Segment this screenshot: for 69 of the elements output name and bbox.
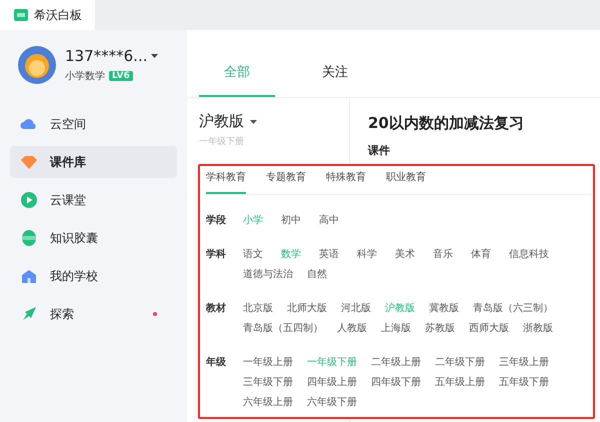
filter-tab[interactable]: 特殊教育 bbox=[326, 170, 366, 194]
filter-option[interactable]: 五年级下册 bbox=[499, 373, 549, 393]
edition-dropdown[interactable]: 沪教版 bbox=[199, 112, 257, 131]
filter-option[interactable]: 三年级下册 bbox=[243, 373, 293, 393]
school-icon bbox=[20, 267, 38, 285]
sidebar-item[interactable]: 云课堂 bbox=[10, 184, 177, 216]
filter-option[interactable]: 道德与法治 bbox=[243, 265, 293, 285]
sidebar-item-label: 我的学校 bbox=[50, 268, 98, 284]
filter-option[interactable]: 人教版 bbox=[337, 319, 367, 339]
filter-option[interactable]: 初中 bbox=[281, 211, 305, 231]
filter-option[interactable]: 体育 bbox=[471, 245, 495, 265]
sidebar-item[interactable]: 云空间 bbox=[10, 108, 177, 140]
filter-option[interactable]: 三年级上册 bbox=[499, 353, 549, 373]
app-logo-icon bbox=[14, 9, 28, 21]
filter-tab[interactable]: 专题教育 bbox=[266, 170, 306, 194]
filter-option[interactable]: 信息科技 bbox=[509, 245, 549, 265]
filter-option[interactable]: 北京版 bbox=[243, 299, 273, 319]
filter-option[interactable]: 冀教版 bbox=[429, 299, 459, 319]
sidebar-item-label: 云空间 bbox=[50, 116, 86, 132]
user-name-dropdown[interactable]: 137****6... bbox=[65, 47, 158, 65]
tab[interactable]: 关注 bbox=[297, 60, 373, 97]
sidebar-item[interactable]: 我的学校 bbox=[10, 260, 177, 292]
filter-option[interactable]: 苏教版 bbox=[425, 319, 455, 339]
filter-option[interactable]: 音乐 bbox=[433, 245, 457, 265]
level-badge: LV6 bbox=[109, 71, 133, 81]
filter-option[interactable]: 西师大版 bbox=[469, 319, 509, 339]
filter-option[interactable]: 上海版 bbox=[381, 319, 411, 339]
sidebar-item[interactable]: 探索 bbox=[10, 298, 177, 330]
filter-option[interactable]: 四年级上册 bbox=[307, 373, 357, 393]
filter-tab[interactable]: 学科教育 bbox=[206, 170, 246, 194]
sidebar-item-label: 课件库 bbox=[50, 154, 86, 170]
filter-option[interactable]: 北师大版 bbox=[287, 299, 327, 319]
sidebar-item-label: 探索 bbox=[50, 306, 74, 322]
filter-option[interactable]: 自然 bbox=[307, 265, 331, 285]
sidebar-item-label: 云课堂 bbox=[50, 192, 86, 208]
caret-icon bbox=[151, 54, 158, 58]
app-title: 希沃白板 bbox=[34, 6, 82, 24]
filter-option[interactable]: 二年级上册 bbox=[371, 353, 421, 373]
user-subject: 小学数学 bbox=[65, 70, 105, 83]
filter-option[interactable]: 青岛版（五四制） bbox=[243, 319, 323, 339]
caret-icon bbox=[250, 120, 257, 124]
diamond-icon bbox=[20, 153, 38, 171]
filter-option[interactable]: 青岛版（六三制） bbox=[473, 299, 553, 319]
section-heading: 课件 bbox=[368, 143, 391, 158]
filter-option[interactable]: 河北版 bbox=[341, 299, 371, 319]
filter-option[interactable]: 五年级上册 bbox=[435, 373, 485, 393]
filter-option[interactable]: 六年级下册 bbox=[307, 393, 357, 413]
lesson-title: 20以内数的加减法复习 bbox=[368, 114, 525, 133]
filter-option[interactable]: 一年级上册 bbox=[243, 353, 293, 373]
avatar bbox=[18, 46, 56, 84]
capsule-icon bbox=[20, 229, 38, 247]
sidebar-item[interactable]: 知识胶囊 bbox=[10, 222, 177, 254]
sidebar-item-label: 知识胶囊 bbox=[50, 230, 98, 246]
filter-option[interactable]: 美术 bbox=[395, 245, 419, 265]
filter-option[interactable]: 高中 bbox=[319, 211, 343, 231]
filter-group-label: 学科 bbox=[206, 248, 227, 262]
filter-group-label: 教材 bbox=[206, 302, 227, 316]
filter-option[interactable]: 浙教版 bbox=[523, 319, 553, 339]
filter-option[interactable]: 六年级上册 bbox=[243, 393, 293, 413]
filter-tab[interactable]: 职业教育 bbox=[386, 170, 426, 194]
filter-option[interactable]: 英语 bbox=[319, 245, 343, 265]
filter-group-label: 学段 bbox=[206, 214, 227, 228]
filter-option[interactable]: 语文 bbox=[243, 245, 267, 265]
filter-group-label: 年级 bbox=[206, 356, 227, 370]
filter-option[interactable]: 四年级下册 bbox=[371, 373, 421, 393]
filter-option[interactable]: 科学 bbox=[357, 245, 381, 265]
filter-option[interactable]: 二年级下册 bbox=[435, 353, 485, 373]
sidebar-item[interactable]: 课件库 bbox=[10, 146, 177, 178]
play-icon bbox=[20, 191, 38, 209]
